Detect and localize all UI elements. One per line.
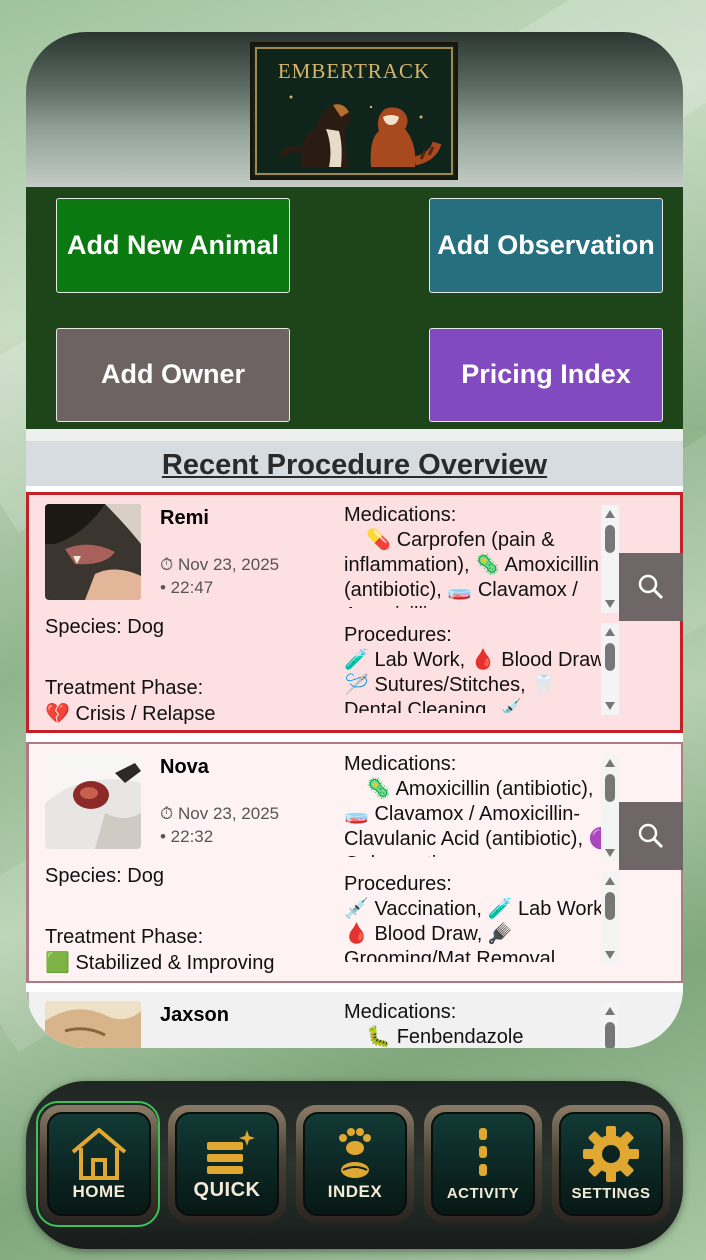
scroll-up-icon[interactable] [605,510,615,518]
medications-label: Medications: [344,1001,457,1023]
animal-photo [45,753,141,849]
treatment-phase-value: 🟩 Stabilized & Improving [45,952,275,974]
scroll-up-icon[interactable] [605,877,615,885]
medications-list[interactable]: Medications: 🦠 Amoxicillin (antibiotic),… [344,752,620,857]
nav-home-label: HOME [72,1182,126,1201]
species-label: Species: Dog [45,616,164,638]
nav-settings[interactable]: SETTINGS [552,1105,670,1223]
procedure-card: Jaxson Medications: 🐛 Fenbendazole [26,992,683,1048]
procedures-scrollbar[interactable] [601,872,619,964]
procedures-label: Procedures: [344,873,452,895]
scroll-up-icon[interactable] [605,759,615,767]
nav-activity[interactable]: ACTIVITY [424,1105,542,1223]
activity-icon [479,1128,487,1176]
nav-activity-label: ACTIVITY [446,1185,520,1202]
nav-index[interactable]: INDEX [296,1105,414,1223]
medications-list[interactable]: Medications: 💊 Carprofen (pain & inflamm… [344,503,620,608]
procedures-label: Procedures: [344,624,452,646]
quick-actions-panel: Add New Animal Add Observation Add Owner… [26,187,683,429]
add-new-animal-button[interactable]: Add New Animal [56,198,290,293]
medications-text: 🐛 Fenbendazole [344,1026,524,1048]
procedures-scrollbar[interactable] [601,623,619,715]
view-details-button[interactable] [619,553,683,621]
scroll-up-icon[interactable] [605,628,615,636]
nav-settings-label: SETTINGS [571,1185,651,1202]
scrollbar-thumb[interactable] [605,1022,615,1048]
treatment-phase-value: 💔 Crisis / Relapse [45,703,216,725]
medications-label: Medications: [344,504,457,526]
procedure-card: Nova ⏱ Nov 23, 2025 • 22:32 Species: Dog… [26,742,683,983]
procedure-date: ⏱ Nov 23, 2025 [160,555,280,574]
procedure-timestamp: ⏱ Nov 23, 2025 • 22:47 [160,553,279,599]
scrollbar-thumb[interactable] [605,892,615,920]
species-label: Species: Dog [45,865,164,887]
view-details-button[interactable] [619,802,683,870]
scroll-down-icon[interactable] [605,702,615,710]
medications-scrollbar[interactable] [601,1002,619,1048]
search-icon [638,823,664,849]
quick-menu-icon [207,1130,255,1174]
app-logo: EMBERTRACK [250,42,458,180]
search-icon [638,574,664,600]
medications-scrollbar[interactable] [601,505,619,613]
procedures-list[interactable]: Procedures: 💉 Vaccination, 🧪 Lab Work, 🩸… [344,872,620,962]
medications-label: Medications: [344,753,457,775]
nav-index-label: INDEX [327,1182,383,1201]
procedures-text: 🧪 Lab Work, 🩸 Blood Draw, 🪡 Sutures/Stit… [344,649,610,713]
animal-photo [45,504,141,600]
home-icon [71,1128,127,1180]
app-card: EMBERTRACK Add New Animal Add Observatio… [26,32,683,1048]
procedure-time: • 22:32 [160,827,214,846]
scrollbar-thumb[interactable] [605,525,615,553]
procedure-timestamp: ⏱ Nov 23, 2025 • 22:32 [160,802,279,848]
procedure-date: ⏱ Nov 23, 2025 [160,804,280,823]
procedures-text: 💉 Vaccination, 🧪 Lab Work, 🩸 Blood Draw,… [344,898,609,962]
treatment-phase-label: Treatment Phase: [45,677,204,699]
scroll-down-icon[interactable] [605,951,615,959]
procedures-list[interactable]: Procedures: 🧪 Lab Work, 🩸 Blood Draw, 🪡 … [344,623,620,713]
scroll-up-icon[interactable] [605,1007,615,1015]
gear-icon [583,1126,639,1182]
scrollbar-thumb[interactable] [605,774,615,802]
logo-animals-icon [278,95,442,167]
medications-text: 🦠 Amoxicillin (antibiotic), 🧫 Clavamox /… [344,778,613,857]
pricing-index-button[interactable]: Pricing Index [429,328,663,422]
nav-home[interactable]: HOME [40,1105,158,1223]
procedure-card: Remi ⏱ Nov 23, 2025 • 22:47 Species: Dog… [26,492,683,733]
header-banner: EMBERTRACK [26,32,683,187]
medications-text: 💊 Carprofen (pain & inflammation), 🦠 Amo… [344,529,599,608]
medications-list[interactable]: Medications: 🐛 Fenbendazole [344,1000,620,1048]
paw-leaf-icon [339,1128,371,1178]
nav-quick[interactable]: QUICK [168,1105,286,1223]
animal-name[interactable]: Jaxson [160,1004,229,1027]
bottom-nav: HOME QUICK INDEX ACTIVITY SETTINGS [26,1081,683,1249]
procedure-time: • 22:47 [160,578,214,597]
animal-name[interactable]: Remi [160,507,209,530]
nav-quick-label: QUICK [193,1179,261,1201]
animal-photo [45,1001,141,1048]
recent-procedure-overview: Recent Procedure Overview Remi ⏱ Nov 23,… [26,441,683,1048]
medications-scrollbar[interactable] [601,754,619,862]
animal-name[interactable]: Nova [160,756,209,779]
treatment-phase-label: Treatment Phase: [45,926,204,948]
add-observation-button[interactable]: Add Observation [429,198,663,293]
add-owner-button[interactable]: Add Owner [56,328,290,422]
scroll-down-icon[interactable] [605,849,615,857]
scroll-down-icon[interactable] [605,600,615,608]
scrollbar-thumb[interactable] [605,643,615,671]
overview-title: Recent Procedure Overview [26,441,683,486]
logo-title: EMBERTRACK [277,59,431,83]
